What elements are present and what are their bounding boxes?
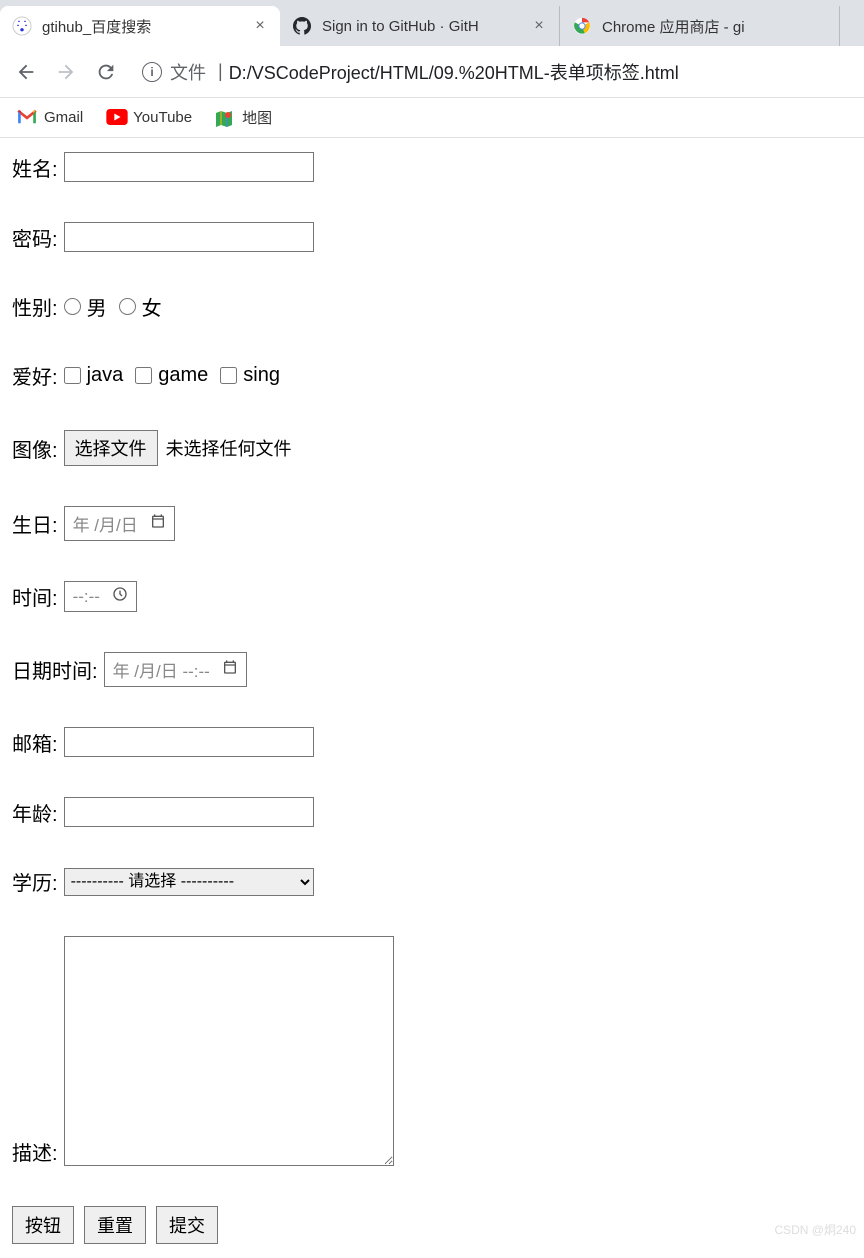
github-icon [292, 16, 312, 36]
file-status-text: 未选择任何文件 [166, 435, 292, 461]
calendar-icon [222, 659, 238, 680]
name-input[interactable] [64, 152, 314, 182]
birthday-input[interactable]: 年 /月/日 [64, 506, 175, 541]
description-label: 描述: [12, 1137, 58, 1166]
education-select[interactable]: ---------- 请选择 ---------- [64, 868, 314, 896]
gender-female-radio[interactable] [119, 298, 136, 315]
baidu-icon [12, 16, 32, 36]
page-content: 姓名: 密码: 性别: 男 女 爱好: java game sing 图像: 选… [0, 138, 864, 1258]
file-select-button[interactable]: 选择文件 [64, 430, 158, 466]
tab-chrome-store[interactable]: Chrome 应用商店 - gi [560, 6, 840, 46]
email-label: 邮箱: [12, 728, 58, 757]
submit-button[interactable]: 提交 [156, 1206, 218, 1244]
url-prefix: 文件 [170, 59, 206, 85]
gender-male-radio[interactable] [64, 298, 81, 315]
url-path: D:/VSCodeProject/HTML/09.%20HTML-表单项标签.h… [229, 59, 679, 85]
info-icon: i [142, 62, 162, 82]
date-placeholder: 年 /月/日 [73, 511, 138, 536]
reset-button[interactable]: 重置 [84, 1206, 146, 1244]
hobby-java-text: java [87, 364, 124, 387]
chrome-icon [572, 16, 592, 36]
back-button[interactable] [10, 56, 42, 88]
datetime-label: 日期时间: [12, 655, 98, 684]
bookmark-label: Gmail [44, 109, 83, 126]
tab-title: Chrome 应用商店 - gi [602, 16, 827, 37]
password-label: 密码: [12, 223, 58, 252]
birthday-label: 生日: [12, 509, 58, 538]
watermark: CSDN @炯240 [774, 1221, 856, 1238]
hobby-sing-text: sing [243, 364, 280, 387]
gmail-icon [16, 109, 36, 127]
name-label: 姓名: [12, 153, 58, 182]
browser-tab-bar: gtihub_百度搜索 × Sign in to GitHub · GitH ×… [0, 0, 864, 46]
close-icon[interactable]: × [252, 18, 268, 34]
bookmark-label: YouTube [133, 109, 192, 126]
hobby-java-checkbox[interactable] [64, 367, 81, 384]
hobby-game-checkbox[interactable] [135, 367, 152, 384]
close-icon[interactable]: × [531, 18, 547, 34]
gender-female-text: 女 [142, 292, 162, 321]
age-label: 年龄: [12, 798, 58, 827]
bookmark-maps[interactable]: 地图 [214, 107, 272, 128]
reload-button[interactable] [90, 56, 122, 88]
bookmark-gmail[interactable]: Gmail [16, 109, 83, 127]
clock-icon [112, 586, 128, 607]
address-bar[interactable]: i 文件 | D:/VSCodeProject/HTML/09.%20HTML-… [130, 54, 854, 90]
time-input[interactable]: --:-- [64, 581, 137, 612]
hobby-label: 爱好: [12, 361, 58, 390]
forward-button[interactable] [50, 56, 82, 88]
tab-github[interactable]: Sign in to GitHub · GitH × [280, 6, 560, 46]
gender-male-text: 男 [87, 292, 107, 321]
bookmark-label: 地图 [242, 107, 272, 128]
tab-baidu[interactable]: gtihub_百度搜索 × [0, 6, 280, 46]
bookmark-youtube[interactable]: YouTube [105, 109, 192, 127]
hobby-game-text: game [158, 364, 208, 387]
tab-title: gtihub_百度搜索 [42, 16, 244, 37]
age-input[interactable] [64, 797, 314, 827]
gender-label: 性别: [12, 292, 58, 321]
browser-toolbar: i 文件 | D:/VSCodeProject/HTML/09.%20HTML-… [0, 46, 864, 98]
education-label: 学历: [12, 867, 58, 896]
time-placeholder: --:-- [73, 587, 100, 607]
datetime-input[interactable]: 年 /月/日 --:-- [104, 652, 247, 687]
maps-icon [214, 109, 234, 127]
image-label: 图像: [12, 434, 58, 463]
email-input[interactable] [64, 727, 314, 757]
time-label: 时间: [12, 582, 58, 611]
calendar-icon [150, 513, 166, 534]
password-input[interactable] [64, 222, 314, 252]
description-textarea[interactable] [64, 936, 394, 1166]
button-generic[interactable]: 按钮 [12, 1206, 74, 1244]
youtube-icon [105, 109, 125, 127]
hobby-sing-checkbox[interactable] [220, 367, 237, 384]
bookmarks-bar: Gmail YouTube 地图 [0, 98, 864, 138]
datetime-placeholder: 年 /月/日 --:-- [113, 657, 210, 682]
tab-title: Sign in to GitHub · GitH [322, 18, 523, 35]
